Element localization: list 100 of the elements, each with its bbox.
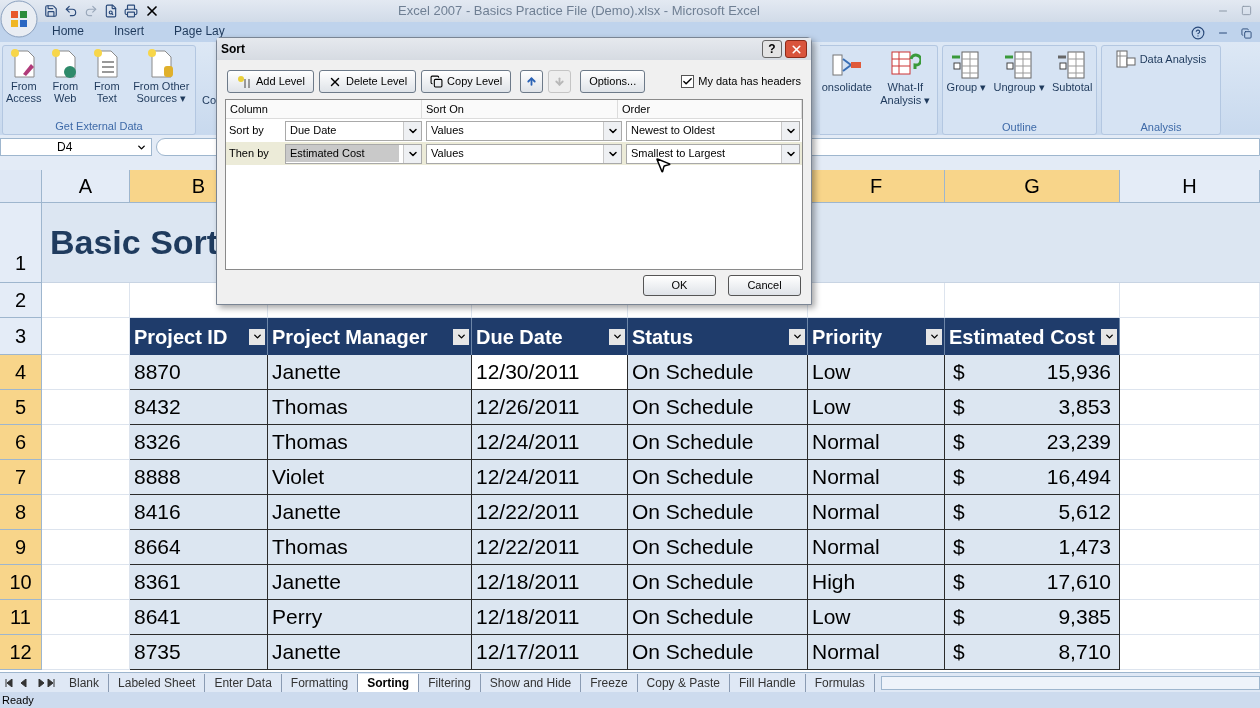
column-dropdown[interactable]: Due Date — [285, 120, 422, 141]
ribbon-button[interactable]: From Other Sources ▾ — [128, 48, 195, 118]
row-header[interactable]: 9 — [0, 530, 42, 565]
help-button[interactable]: ? — [762, 40, 782, 58]
headers-checkbox[interactable]: My data has headers — [681, 73, 801, 90]
ribbon-tab[interactable]: Insert — [114, 22, 145, 42]
order-dropdown[interactable]: Smallest to Largest — [626, 143, 800, 164]
table-cell: 8416 — [130, 495, 268, 530]
amount-text: 17,610 — [1046, 569, 1111, 596]
ribbon-tab[interactable]: Home — [52, 22, 84, 42]
table-cell: 12/17/2011 — [472, 635, 628, 670]
table-cell: 12/18/2011 — [472, 600, 628, 635]
add-level-button[interactable]: Add Level — [227, 70, 314, 93]
row-header[interactable]: 12 — [0, 635, 42, 670]
column-dropdown[interactable]: Estimated Cost — [285, 143, 422, 164]
restore-icon[interactable] — [1241, 27, 1252, 39]
delete-level-button[interactable]: Delete Level — [318, 70, 417, 93]
row-header[interactable]: 11 — [0, 600, 42, 635]
name-box[interactable]: D4 — [0, 138, 152, 156]
copy-level-button[interactable]: Copy Level — [421, 70, 512, 93]
column-header[interactable]: H — [1120, 170, 1260, 203]
help-icon[interactable] — [1191, 26, 1205, 40]
sort-level-row[interactable]: Then by Estimated Cost Values Smallest to Largest — [226, 142, 802, 165]
table-cell: On Schedule — [628, 565, 808, 600]
currency-symbol: $ — [953, 604, 965, 631]
table-cell: Normal — [808, 635, 945, 670]
table-cell: Janette — [268, 355, 472, 390]
ok-button[interactable]: OK — [643, 275, 716, 296]
table-cell: 12/22/2011 — [472, 495, 628, 530]
horizontal-scrollbar[interactable] — [880, 675, 1260, 690]
data-analysis-button[interactable]: Data Analysis — [1115, 49, 1207, 69]
row-header[interactable]: 4 — [0, 355, 42, 390]
filter-dropdown-icon[interactable] — [926, 328, 942, 345]
ribbon-button[interactable]: From Text — [86, 48, 127, 118]
table-cell: 8641 — [130, 600, 268, 635]
table-header: Estimated Cost — [945, 318, 1120, 355]
undo-icon[interactable] — [64, 4, 78, 18]
level-label: Then by — [228, 146, 270, 162]
table-cell: 8664 — [130, 530, 268, 565]
filter-dropdown-icon[interactable] — [249, 328, 265, 345]
move-up-button[interactable] — [520, 70, 544, 93]
up-arrow-icon — [526, 76, 538, 87]
dialog-title: Sort — [221, 41, 245, 58]
currency-symbol: $ — [953, 569, 965, 596]
row-header[interactable]: 8 — [0, 495, 42, 530]
table-cell: Normal — [808, 530, 945, 565]
print-icon[interactable] — [124, 4, 138, 18]
filter-dropdown-icon[interactable] — [1101, 328, 1117, 345]
sheet-tab[interactable]: Sorting — [358, 673, 420, 692]
table-cell: Low — [808, 355, 945, 390]
group-label: Outline — [1001, 120, 1038, 134]
column-header[interactable]: G — [945, 170, 1120, 203]
ribbon-button[interactable]: From Access — [3, 48, 44, 118]
filter-dropdown-icon[interactable] — [609, 328, 625, 345]
table-cell: 12/30/2011 — [472, 355, 628, 390]
sort-on-dropdown[interactable]: Values — [426, 120, 622, 141]
currency-symbol: $ — [953, 359, 965, 386]
amount-text: 8,710 — [1058, 639, 1111, 666]
mouse-cursor-icon — [654, 156, 672, 174]
table-cell: Janette — [268, 565, 472, 600]
table-cell: 12/24/2011 — [472, 460, 628, 495]
filter-dropdown-icon[interactable] — [453, 328, 469, 345]
ribbon-button[interactable]: Ungroup ▾ — [993, 49, 1045, 119]
data-analysis-icon — [1115, 50, 1136, 68]
ribbon-button[interactable]: Co — [202, 92, 216, 135]
save-icon[interactable] — [44, 4, 58, 18]
filter-dropdown-icon[interactable] — [789, 328, 805, 345]
row-header[interactable]: 2 — [0, 283, 42, 318]
close-button[interactable] — [785, 40, 807, 58]
table-cell: Low — [808, 600, 945, 635]
currency-symbol: $ — [953, 429, 965, 456]
currency-symbol: $ — [953, 464, 965, 491]
ribbon-button[interactable]: What-If Analysis ▾ — [875, 49, 936, 119]
row-header[interactable]: 5 — [0, 390, 42, 425]
row-header[interactable]: 6 — [0, 425, 42, 460]
sheet-navigation-icon[interactable] — [5, 678, 55, 687]
table-cell: Low — [808, 390, 945, 425]
currency-symbol: $ — [953, 499, 965, 526]
column-header[interactable]: A — [42, 170, 130, 203]
cancel-button[interactable]: Cancel — [728, 275, 801, 296]
ribbon-button[interactable]: Subtotal — [1052, 49, 1093, 119]
print-preview-icon[interactable] — [104, 4, 118, 18]
table-cell: On Schedule — [628, 635, 808, 670]
sort-level-row[interactable]: Sort by Due Date Values Newest to Oldest — [226, 119, 802, 142]
row-header[interactable]: 3 — [0, 318, 42, 355]
options-button[interactable]: Options... — [580, 70, 646, 93]
row-header[interactable]: 10 — [0, 565, 42, 600]
ribbon-button[interactable]: onsolidate — [821, 49, 872, 119]
close-icon[interactable] — [144, 3, 160, 19]
sort-on-dropdown[interactable]: Values — [426, 143, 622, 164]
ribbon-button[interactable]: Group ▾ — [946, 49, 987, 119]
row-header[interactable]: 7 — [0, 460, 42, 495]
ribbon-button[interactable]: From Web — [45, 48, 86, 118]
table-cell: 12/24/2011 — [472, 425, 628, 460]
row-header[interactable]: 1 — [0, 203, 42, 283]
ribbon-tab[interactable]: Page Lay — [174, 22, 225, 42]
amount-text: 5,612 — [1058, 499, 1111, 526]
order-dropdown[interactable]: Newest to Oldest — [626, 120, 800, 141]
table-cell: Thomas — [268, 530, 472, 565]
table-cell: High — [808, 565, 945, 600]
